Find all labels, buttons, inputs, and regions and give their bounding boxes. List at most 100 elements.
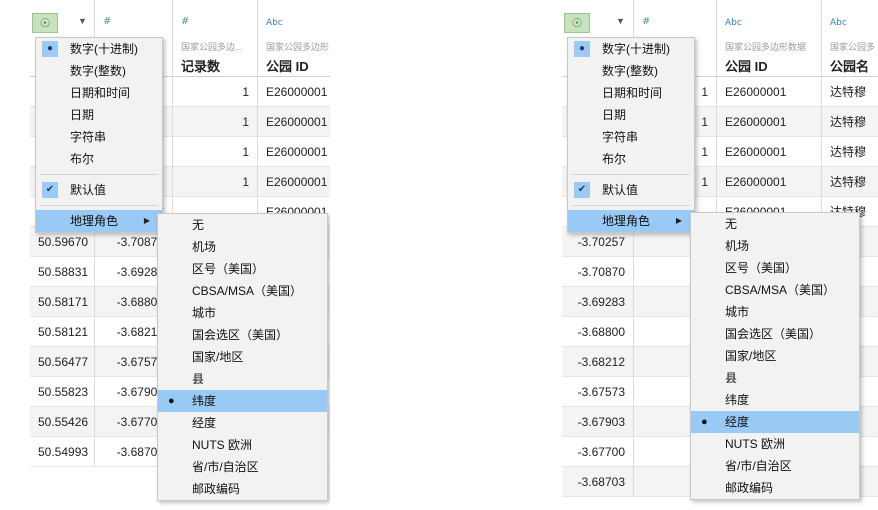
column-header[interactable]: # 国家公园多边... 记录数 — [173, 0, 257, 77]
selected-dot-icon: ● — [701, 416, 708, 428]
geo-role-label: 城市 — [192, 306, 217, 320]
geo-role-item[interactable]: 国家/地区 — [691, 345, 859, 367]
menu-item-datetime[interactable]: 日期和时间 — [568, 82, 694, 104]
geo-role-item[interactable]: 经度 — [158, 412, 327, 434]
column-header[interactable]: Abc 国家公园多边形 公园 ID — [258, 0, 330, 77]
column-header[interactable]: Abc 国家公园多 公园名 — [822, 0, 878, 77]
chevron-down-icon[interactable]: ▼ — [78, 16, 87, 26]
menu-item-geo-role[interactable]: 地理角色 ▶ — [568, 210, 694, 232]
menu-divider — [572, 205, 690, 206]
geo-role-item[interactable]: 纬度 — [691, 389, 859, 411]
geo-role-item[interactable]: 省/市/自治区 — [158, 456, 327, 478]
geo-role-label: 机场 — [192, 240, 217, 254]
geo-role-item[interactable]: 无 — [158, 214, 327, 236]
menu-item-decimal[interactable]: ● 数字(十进制) — [36, 38, 162, 60]
globe-icon[interactable]: ☉ — [32, 13, 58, 33]
geo-role-item[interactable]: 省/市/自治区 — [691, 455, 859, 477]
menu-item-default[interactable]: ✔ 默认值 — [568, 179, 694, 201]
geo-role-item[interactable]: NUTS 欧洲 — [158, 434, 327, 456]
geo-role-item[interactable]: NUTS 欧洲 — [691, 433, 859, 455]
globe-icon[interactable]: ☉ — [564, 13, 590, 33]
menu-item-geo-role[interactable]: 地理角色 ▶ — [36, 210, 162, 232]
selected-dot-icon: ● — [168, 395, 175, 407]
menu-item-label: 数字(整数) — [602, 64, 658, 78]
geo-role-item[interactable]: 机场 — [691, 235, 859, 257]
table-cell: E26000001 — [717, 77, 821, 107]
table-cell: 达特穆 — [822, 137, 878, 167]
data-type-menu: ● 数字(十进制) 数字(整数) 日期和时间 日期 字符串 布尔 ✔ 默认值 地… — [35, 37, 163, 233]
table-cell: 50.58831 — [30, 257, 94, 287]
table-cell: E26000001 — [717, 137, 821, 167]
menu-item-string[interactable]: 字符串 — [568, 126, 694, 148]
geo-role-label: 县 — [192, 372, 205, 386]
geo-role-item[interactable]: 城市 — [158, 302, 327, 324]
geo-role-label: 邮政编码 — [192, 482, 241, 496]
column-title[interactable]: 记录数 — [181, 56, 220, 75]
field-type-control: ☉ ▼ — [30, 0, 95, 35]
menu-item-default[interactable]: ✔ 默认值 — [36, 179, 162, 201]
menu-item-string[interactable]: 字符串 — [36, 126, 162, 148]
string-type-icon[interactable]: Abc — [830, 18, 847, 28]
geo-role-item[interactable]: 邮政编码 — [158, 478, 327, 500]
menu-item-integer[interactable]: 数字(整数) — [36, 60, 162, 82]
geo-role-item[interactable]: 区号（美国） — [691, 257, 859, 279]
table-cell: -3.67903 — [562, 407, 633, 437]
geo-role-label: 城市 — [725, 305, 750, 319]
table-cell: -3.70870 — [562, 257, 633, 287]
menu-item-label: 地理角色 — [70, 214, 119, 228]
geo-role-item[interactable]: ● 经度 — [691, 411, 859, 433]
table-cell: E26000001 — [717, 107, 821, 137]
menu-item-label: 默认值 — [70, 183, 107, 197]
menu-item-label: 默认值 — [602, 183, 639, 197]
menu-divider — [572, 174, 690, 175]
menu-item-boolean[interactable]: 布尔 — [568, 148, 694, 170]
table-cell: 达特穆 — [822, 167, 878, 197]
string-type-icon[interactable]: Abc — [725, 18, 742, 28]
geo-role-label: CBSA/MSA（美国） — [192, 284, 303, 298]
geo-role-item[interactable]: 机场 — [158, 236, 327, 258]
geo-role-item[interactable]: 区号（美国） — [158, 258, 327, 280]
geo-role-item[interactable]: CBSA/MSA（美国） — [158, 280, 327, 302]
menu-item-decimal[interactable]: ● 数字(十进制) — [568, 38, 694, 60]
data-type-menu: ● 数字(十进制) 数字(整数) 日期和时间 日期 字符串 布尔 ✔ 默认值 地… — [567, 37, 695, 233]
geo-role-label: 纬度 — [192, 394, 217, 408]
menu-item-date[interactable]: 日期 — [36, 104, 162, 126]
geo-role-item[interactable]: CBSA/MSA（美国） — [691, 279, 859, 301]
menu-item-integer[interactable]: 数字(整数) — [568, 60, 694, 82]
menu-divider — [40, 174, 158, 175]
menu-divider — [40, 205, 158, 206]
right-panel: -3.70257 -3.70870 -3.69283 -3.68800 -3.68212… — [562, 0, 878, 510]
geo-role-item[interactable]: 邮政编码 — [691, 477, 859, 499]
geo-role-item[interactable]: 无 — [691, 213, 859, 235]
number-type-icon[interactable]: # — [103, 16, 111, 27]
table-cell: 1 — [173, 137, 257, 167]
geo-role-label: 国家/地区 — [192, 350, 244, 364]
column-title[interactable]: 公园 ID — [725, 56, 768, 75]
number-type-icon[interactable]: # — [642, 16, 650, 27]
geo-role-label: 无 — [192, 218, 205, 232]
number-type-icon[interactable]: # — [181, 16, 189, 27]
left-panel: 50.5979350.5967050.5883150.5817150.58121… — [30, 0, 330, 510]
checkmark-icon: ✔ — [42, 182, 58, 198]
menu-item-boolean[interactable]: 布尔 — [36, 148, 162, 170]
chevron-down-icon[interactable]: ▼ — [616, 16, 625, 26]
column-header[interactable]: Abc 国家公园多边形数据 公园 ID — [717, 0, 821, 77]
menu-item-date[interactable]: 日期 — [568, 104, 694, 126]
string-type-icon[interactable]: Abc — [266, 18, 283, 28]
geo-role-label: 区号（美国） — [192, 262, 265, 276]
menu-item-label: 数字(十进制) — [70, 42, 138, 56]
geo-role-item[interactable]: 县 — [158, 368, 327, 390]
geo-role-item[interactable]: 国会选区（美国） — [158, 324, 327, 346]
geo-role-item[interactable]: 城市 — [691, 301, 859, 323]
column-title[interactable]: 公园 ID — [266, 56, 309, 75]
table-cell: 达特穆 — [822, 107, 878, 137]
geo-role-item[interactable]: 县 — [691, 367, 859, 389]
geo-role-item[interactable]: 国家/地区 — [158, 346, 327, 368]
geo-role-item[interactable]: ● 纬度 — [158, 390, 327, 412]
geo-role-label: 机场 — [725, 239, 750, 253]
geo-role-item[interactable]: 国会选区（美国） — [691, 323, 859, 345]
column-title[interactable]: 公园名 — [830, 56, 869, 75]
table-cell: E26000001 — [258, 77, 330, 107]
table-cell: -3.67700 — [562, 437, 633, 467]
menu-item-datetime[interactable]: 日期和时间 — [36, 82, 162, 104]
